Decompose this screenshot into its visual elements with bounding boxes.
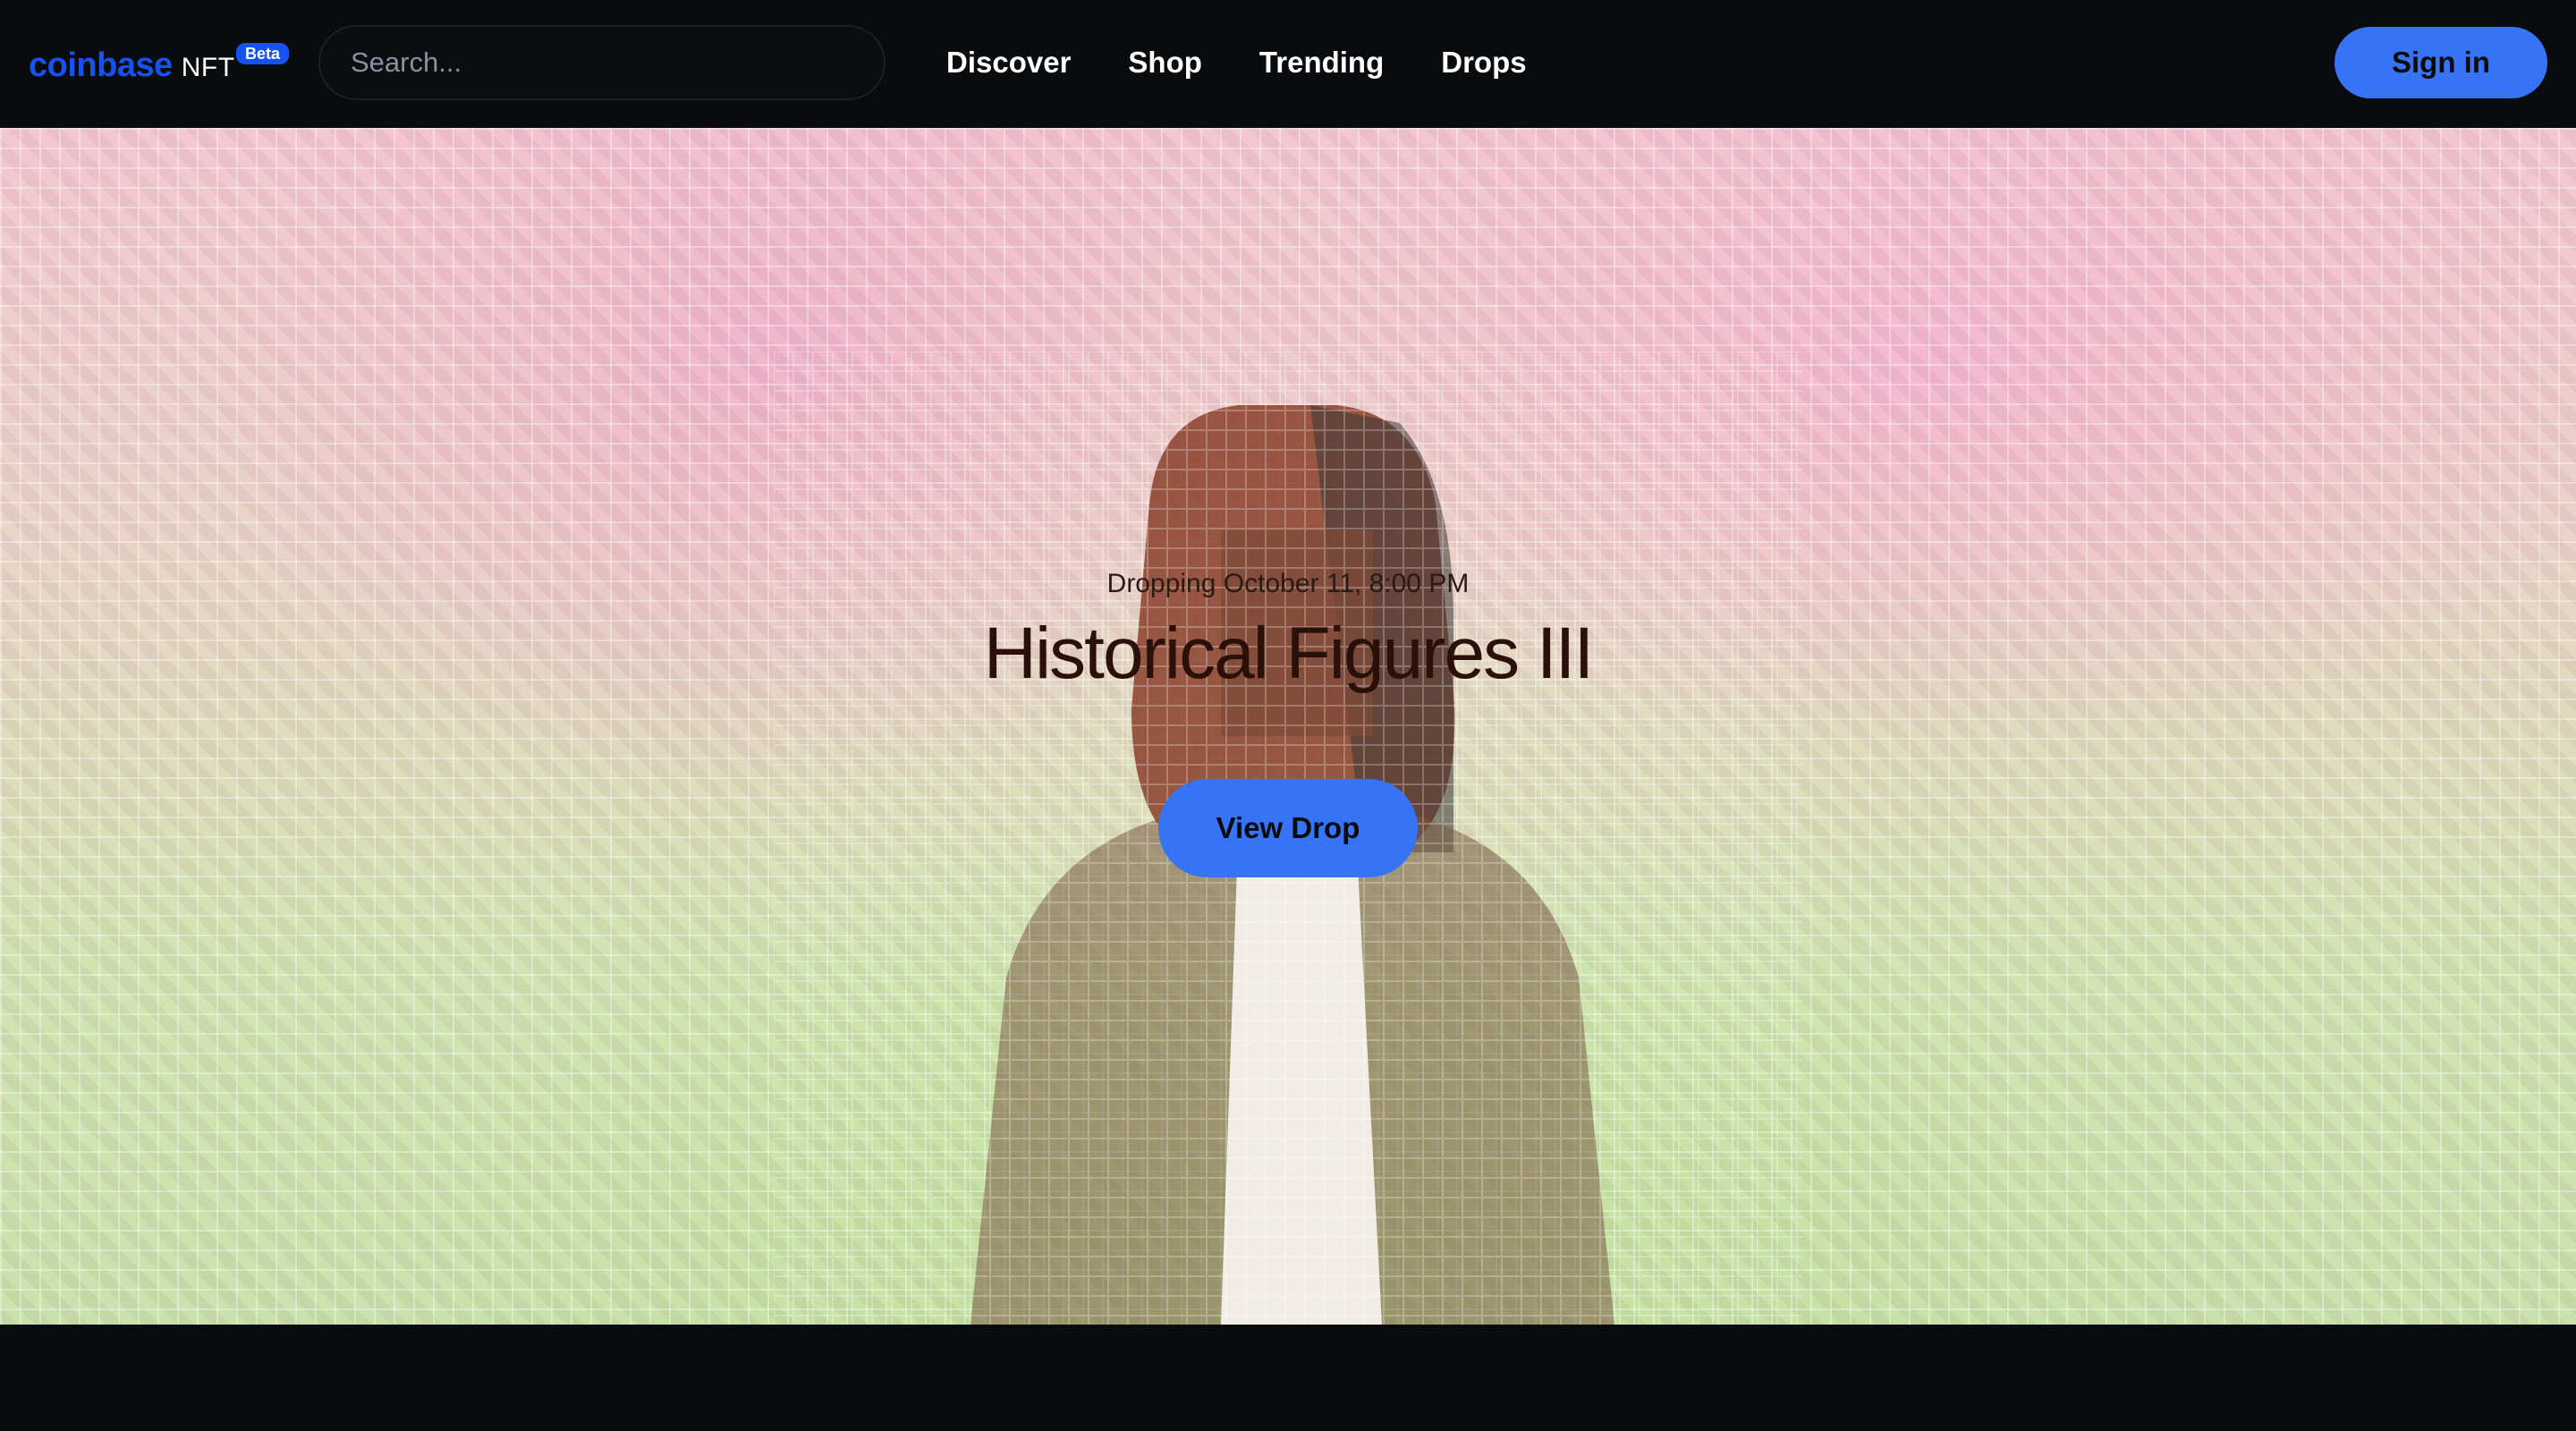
view-drop-button[interactable]: View Drop (1158, 779, 1418, 877)
beta-badge: Beta (236, 43, 290, 64)
page-footer-area (0, 1325, 2576, 1431)
coinbase-nft-logo[interactable]: coinbase NFT (29, 47, 235, 85)
search-box[interactable] (318, 25, 886, 100)
drop-date: Dropping October 11, 8:00 PM (1106, 569, 1470, 598)
nav-drops[interactable]: Drops (1441, 41, 1526, 84)
nav-shop[interactable]: Shop (1128, 41, 1201, 84)
sign-in-button[interactable]: Sign in (2334, 27, 2547, 98)
nav-discover[interactable]: Discover (946, 41, 1071, 84)
drop-title: Historical Figures III (983, 613, 1595, 694)
logo-wordmark: coinbase (29, 47, 173, 84)
top-navigation-bar: coinbase NFT Beta Discover Shop Trending… (0, 0, 2576, 128)
nav-trending[interactable]: Trending (1259, 41, 1384, 84)
hero-content: Dropping October 11, 8:00 PM Historical … (0, 566, 2576, 877)
logo-nft-label: NFT (181, 53, 235, 82)
search-input[interactable] (349, 46, 884, 80)
hero-banner: Dropping October 11, 8:00 PM Historical … (0, 128, 2576, 1325)
main-nav: Discover Shop Trending Drops (946, 41, 1527, 84)
page: coinbase NFT Beta Discover Shop Trending… (0, 0, 2576, 1431)
